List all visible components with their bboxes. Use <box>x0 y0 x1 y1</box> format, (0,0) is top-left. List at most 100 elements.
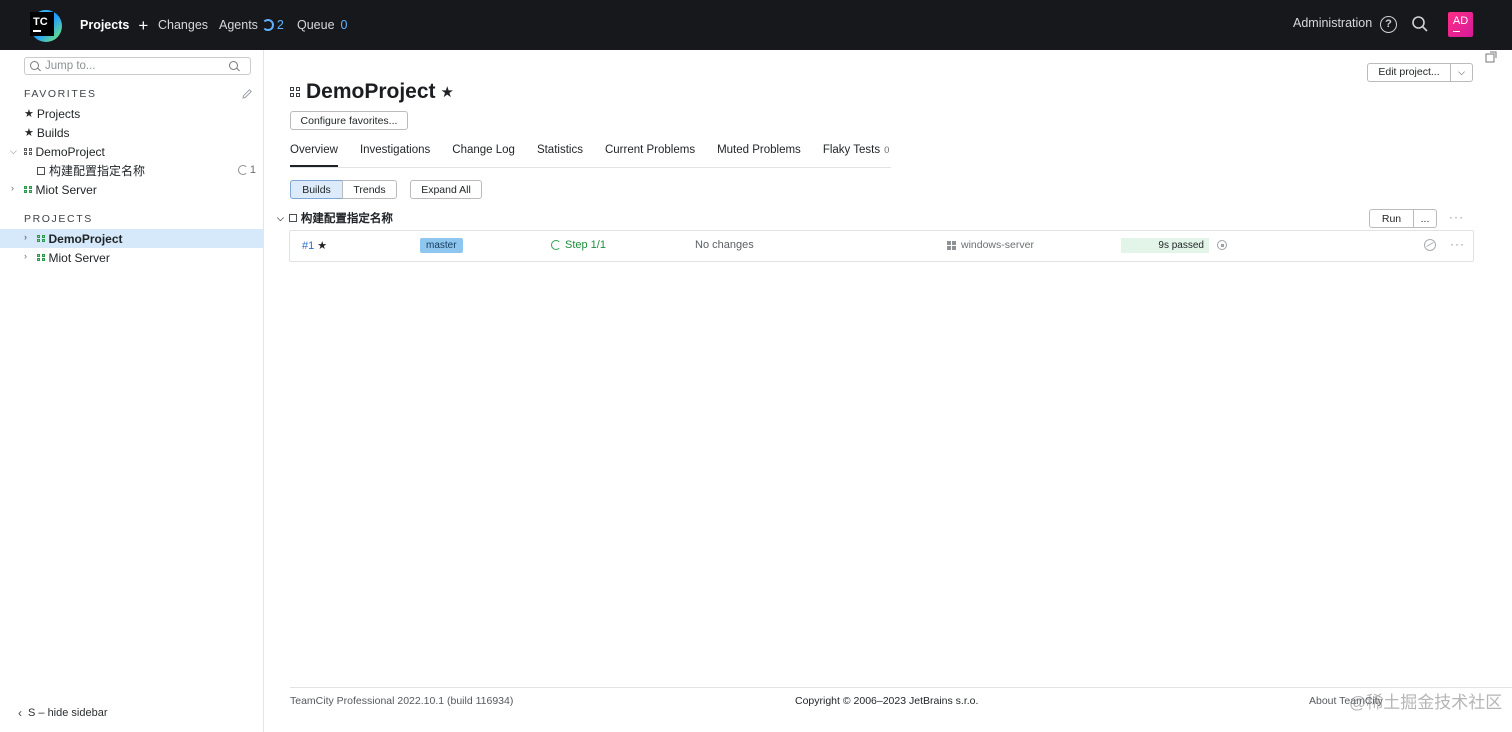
sidebar-favorite-demoproject[interactable]: ⌵ DemoProject <box>0 142 263 161</box>
sidebar-project-demoproject[interactable]: › DemoProject <box>0 229 263 248</box>
agents-count: 2 <box>276 18 284 32</box>
help-icon[interactable]: ? <box>1380 16 1397 33</box>
favorite-star-icon[interactable]: ★ <box>441 83 454 101</box>
sidebar-favorite-projects[interactable]: ★ Projects <box>0 104 263 123</box>
build-number[interactable]: #1 <box>302 240 314 252</box>
sidebar-item-label: Builds <box>36 125 70 140</box>
sidebar: FAVORITES ★ Projects ★ Builds ⌵ DemoProj… <box>0 50 264 732</box>
edit-project-button[interactable]: Edit project... <box>1368 64 1451 81</box>
running-spinner-icon <box>551 240 561 250</box>
chevron-down-icon[interactable]: ⌵ <box>10 147 18 156</box>
tab-muted-problems[interactable]: Muted Problems <box>717 143 801 167</box>
chevron-down-icon[interactable]: ⌵ <box>1451 64 1472 81</box>
hide-sidebar-button[interactable]: ‹ S – hide sidebar <box>18 706 108 720</box>
add-project-icon[interactable]: + <box>138 17 148 34</box>
nav-changes-label[interactable]: Changes <box>158 18 208 32</box>
chevron-left-icon: ‹ <box>18 706 22 720</box>
main-content: Edit project... ⌵ DemoProject ★ Configur… <box>265 50 1512 732</box>
nav-administration[interactable]: Administration <box>1293 0 1372 50</box>
sidebar-item-label: Projects <box>36 106 81 121</box>
more-actions-icon[interactable]: ··· <box>1450 237 1465 251</box>
build-changes[interactable]: No changes <box>695 239 754 251</box>
agents-running-icon <box>261 19 274 31</box>
build-agent[interactable]: windows-server <box>947 239 1034 251</box>
watermark: @稀土掘金技术社区 <box>1349 693 1503 712</box>
sidebar-favorite-builds[interactable]: ★ Builds <box>0 123 263 142</box>
hide-sidebar-label: S – hide sidebar <box>28 707 108 719</box>
sidebar-item-label: 构建配置指定名称 <box>49 164 146 178</box>
nav-projects-label[interactable]: Projects <box>80 18 129 32</box>
stop-build-icon[interactable] <box>1217 240 1227 250</box>
builds-view-button[interactable]: Builds <box>290 180 343 199</box>
project-icon <box>37 234 45 243</box>
nav-agents[interactable]: Agents 2 <box>219 0 284 50</box>
tab-investigations[interactable]: Investigations <box>360 143 430 167</box>
tab-label: Muted Problems <box>717 144 801 156</box>
restore-layout-icon[interactable] <box>1484 50 1498 64</box>
tab-label: Statistics <box>536 144 583 156</box>
chevron-right-icon[interactable]: › <box>11 184 19 193</box>
build-progress-status[interactable]: 9s passed <box>1121 238 1209 253</box>
tab-label: Flaky Tests <box>822 144 881 156</box>
tab-label: Current Problems <box>604 144 696 156</box>
search-icon[interactable] <box>1411 15 1429 33</box>
tab-flaky-tests[interactable]: Flaky Tests 0 <box>823 143 892 167</box>
expand-all-button[interactable]: Expand All <box>410 180 482 199</box>
project-icon <box>37 253 45 262</box>
tab-change-log[interactable]: Change Log <box>452 143 515 167</box>
more-actions-icon[interactable]: ··· <box>1449 210 1464 224</box>
run-custom-button[interactable]: ... <box>1413 209 1437 228</box>
build-config-header[interactable]: ⌵ 构建配置指定名称 <box>277 210 393 226</box>
run-button[interactable]: Run <box>1369 209 1414 228</box>
nav-projects[interactable]: Projects + <box>80 0 148 50</box>
running-spinner-icon <box>237 165 248 175</box>
nav-agents-label[interactable]: Agents <box>219 18 258 32</box>
project-tabs: Overview Investigations Change Log Stati… <box>290 143 892 168</box>
tab-current-problems[interactable]: Current Problems <box>605 143 695 167</box>
sidebar-favorite-miot-server[interactable]: › Miot Server <box>0 180 263 199</box>
tab-statistics[interactable]: Statistics <box>537 143 583 167</box>
footer-version: TeamCity Professional 2022.10.1 (build 1… <box>290 695 514 707</box>
user-avatar[interactable]: AD <box>1448 12 1473 37</box>
build-log-icon[interactable] <box>1424 239 1436 251</box>
top-navigation-bar: TC Projects + Changes Agents 2 Queue 0 A… <box>0 0 1512 50</box>
nav-changes[interactable]: Changes <box>158 0 208 50</box>
pin-star-icon[interactable]: ★ <box>317 239 327 252</box>
chevron-down-icon[interactable]: ⌵ <box>277 213 284 224</box>
project-icon <box>290 87 300 97</box>
page-title-row: DemoProject ★ <box>290 80 454 104</box>
footer: TeamCity Professional 2022.10.1 (build 1… <box>290 687 1512 732</box>
nav-queue[interactable]: Queue 0 <box>297 0 347 50</box>
search-submit-icon[interactable] <box>229 61 240 72</box>
search-icon <box>30 60 41 72</box>
build-row[interactable]: #1 ★ master Step 1/1 No changes windows-… <box>289 230 1474 262</box>
tab-overview[interactable]: Overview <box>290 143 338 167</box>
chevron-right-icon[interactable]: › <box>24 252 32 261</box>
build-step-status[interactable]: Step 1/1 <box>551 239 606 251</box>
build-number-link[interactable]: #1 ★ <box>302 239 327 253</box>
sidebar-project-miot-server[interactable]: › Miot Server <box>0 248 263 267</box>
project-icon <box>24 185 32 194</box>
jump-to-input[interactable] <box>45 60 225 72</box>
trends-view-button[interactable]: Trends <box>342 180 397 199</box>
build-config-icon <box>288 214 297 222</box>
branch-badge[interactable]: master <box>420 238 463 253</box>
tab-label: Overview <box>290 144 338 156</box>
jump-to-field[interactable] <box>24 57 251 75</box>
flaky-tests-count: 0 <box>884 145 890 156</box>
configure-favorites-button[interactable]: Configure favorites... <box>290 111 408 130</box>
teamcity-logo-icon[interactable]: TC <box>24 6 62 44</box>
project-icon <box>24 147 32 156</box>
edit-favorites-pencil-icon[interactable] <box>241 88 253 100</box>
tab-label: Investigations <box>359 144 431 156</box>
sidebar-item-label: Miot Server <box>35 182 97 197</box>
sidebar-favorite-build-config[interactable]: 构建配置指定名称 1 <box>0 161 263 180</box>
footer-copyright: Copyright © 2006–2023 JetBrains s.r.o. <box>795 695 979 707</box>
build-config-name[interactable]: 构建配置指定名称 <box>301 210 393 226</box>
sidebar-item-label: DemoProject <box>48 231 123 246</box>
chevron-right-icon[interactable]: › <box>24 233 32 242</box>
page-title: DemoProject <box>306 80 436 103</box>
sidebar-item-label: Miot Server <box>48 250 110 265</box>
nav-queue-label[interactable]: Queue <box>297 18 335 32</box>
star-icon: ★ <box>24 108 34 120</box>
